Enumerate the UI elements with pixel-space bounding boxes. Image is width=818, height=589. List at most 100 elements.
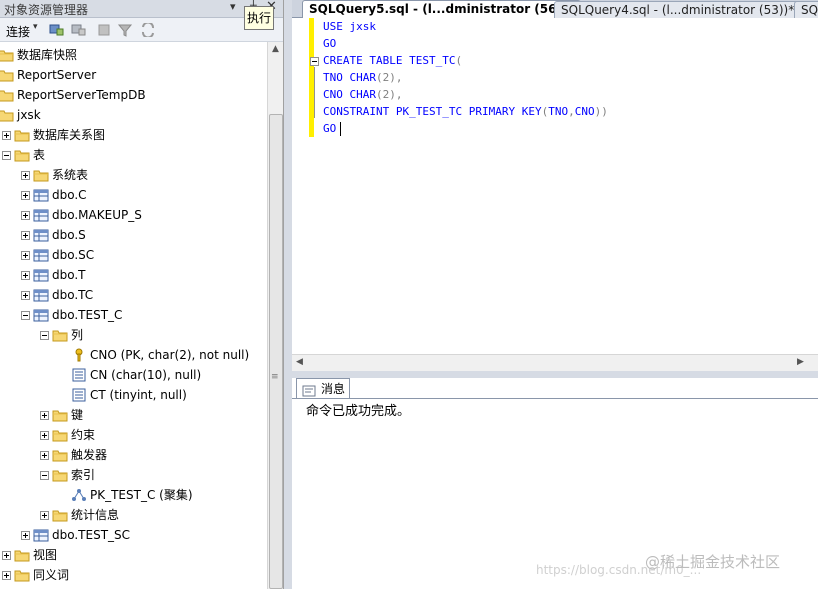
results-splitter[interactable] — [292, 371, 818, 378]
tree-node[interactable]: dbo.C — [0, 185, 267, 205]
collapse-minus-icon[interactable] — [2, 151, 11, 160]
folder-icon — [14, 568, 30, 582]
code-line[interactable]: CONSTRAINT PK_TEST_TC PRIMARY KEY(TNO,CN… — [323, 103, 608, 120]
folder-icon — [52, 328, 68, 342]
collapse-minus-icon[interactable] — [21, 311, 30, 320]
tree-node[interactable]: dbo.TEST_SC — [0, 525, 267, 545]
tree-node[interactable]: 视图 — [0, 545, 267, 565]
filter-icon[interactable] — [117, 23, 133, 37]
expand-plus-icon[interactable] — [21, 291, 30, 300]
table-icon — [33, 228, 49, 242]
column-icon — [71, 388, 87, 402]
dropdown-arrow-icon[interactable]: ▾ — [230, 0, 236, 13]
object-explorer-scrollbar[interactable]: ▲ ≡ — [267, 42, 283, 589]
tree-node[interactable]: CNO (PK, char(2), not null) — [0, 345, 267, 365]
expand-plus-icon[interactable] — [40, 451, 49, 460]
code-token: PRIMARY KEY — [468, 105, 542, 118]
code-line[interactable]: GO — [323, 120, 336, 137]
stop-icon[interactable] — [96, 23, 112, 37]
tree-node[interactable]: ReportServer — [0, 65, 267, 85]
code-token: (2), — [376, 71, 403, 84]
tree-node-label: dbo.TEST_C — [52, 308, 123, 322]
index-icon — [71, 488, 87, 502]
tree-node[interactable]: 列 — [0, 325, 267, 345]
tree-node[interactable]: dbo.S — [0, 225, 267, 245]
tree-node[interactable]: 索引 — [0, 465, 267, 485]
folder-icon — [52, 428, 68, 442]
tab-sqlquery-overflow[interactable]: SQ — [794, 1, 818, 18]
tree-node[interactable]: 表 — [0, 145, 267, 165]
code-line[interactable]: USE jxsk — [323, 18, 376, 35]
tree-node-label: CNO (PK, char(2), not null) — [90, 348, 250, 362]
tab-messages[interactable]: 消息 — [296, 378, 351, 399]
tab-sqlquery5[interactable]: SQLQuery5.sql - (l...dministrator (56))* — [302, 0, 581, 18]
tree-node[interactable]: dbo.TEST_C — [0, 305, 267, 325]
tree-node-label: 同义词 — [33, 568, 70, 582]
expand-plus-icon[interactable] — [2, 131, 11, 140]
tree-node-label: 索引 — [71, 468, 96, 482]
table-icon — [33, 208, 49, 222]
document-tab-strip: SQLQuery5.sql - (l...dministrator (56))*… — [292, 0, 818, 18]
expand-plus-icon[interactable] — [21, 171, 30, 180]
tree-node[interactable]: dbo.TC — [0, 285, 267, 305]
tree-node[interactable]: 数据库关系图 — [0, 125, 267, 145]
tree-node-label: jxsk — [17, 108, 41, 122]
expand-plus-icon[interactable] — [40, 431, 49, 440]
tree-node[interactable]: 数据库快照 — [0, 45, 267, 65]
panel-splitter[interactable] — [284, 0, 292, 589]
tree-node[interactable]: 键 — [0, 405, 267, 425]
tree-node[interactable]: 统计信息 — [0, 505, 267, 525]
tree-node-label: 视图 — [33, 548, 58, 562]
sql-editor[interactable]: USE jxsk GO CREATE TABLE TEST_TC(TNO CHAR(… — [292, 18, 818, 354]
tree-node[interactable]: 同义词 — [0, 565, 267, 585]
tab-messages-label: 消息 — [321, 382, 346, 396]
expand-plus-icon[interactable] — [2, 571, 11, 580]
code-token: TNO — [548, 105, 569, 118]
expand-plus-icon[interactable] — [40, 411, 49, 420]
tree-node[interactable]: 约束 — [0, 425, 267, 445]
expand-plus-icon[interactable] — [21, 191, 30, 200]
tab-sqlquery4[interactable]: SQLQuery4.sql - (l...dministrator (53))* — [554, 1, 802, 18]
tree-node[interactable]: CN (char(10), null) — [0, 365, 267, 385]
scroll-up-icon[interactable]: ▲ — [272, 44, 279, 54]
tree-node[interactable]: dbo.T — [0, 265, 267, 285]
tree-node[interactable]: jxsk — [0, 105, 267, 125]
tree-node-label: 数据库关系图 — [33, 128, 106, 142]
expand-plus-icon[interactable] — [21, 231, 30, 240]
tree-node[interactable]: dbo.MAKEUP_S — [0, 205, 267, 225]
scrollbar-thumb[interactable] — [269, 114, 283, 589]
expand-plus-icon[interactable] — [21, 251, 30, 260]
code-line[interactable]: TNO CHAR(2), — [323, 69, 403, 86]
expand-plus-icon[interactable] — [40, 511, 49, 520]
tree-node[interactable]: 触发器 — [0, 445, 267, 465]
expand-plus-icon[interactable] — [2, 551, 11, 560]
tree-node[interactable]: 系统表 — [0, 165, 267, 185]
collapse-minus-icon[interactable] — [40, 331, 49, 340]
expand-plus-icon[interactable] — [21, 211, 30, 220]
tree-node-label: dbo.C — [52, 188, 87, 202]
code-line[interactable]: CNO CHAR(2), — [323, 86, 403, 103]
collapse-minus-icon[interactable] — [40, 471, 49, 480]
tree-node[interactable]: PK_TEST_C (聚集) — [0, 485, 267, 505]
disconnect-icon[interactable] — [70, 23, 86, 37]
code-line[interactable]: GO — [323, 35, 336, 52]
scroll-left-icon[interactable]: ◀ — [296, 357, 303, 367]
connect-button[interactable]: 连接 — [6, 23, 30, 40]
code-line[interactable]: CREATE TABLE TEST_TC( — [323, 52, 462, 69]
tree-node-label: 表 — [33, 148, 46, 162]
tree-node[interactable]: ReportServerTempDB — [0, 85, 267, 105]
expand-plus-icon[interactable] — [21, 271, 30, 280]
connect-dropdown-icon[interactable]: ▾ — [33, 22, 38, 32]
collapse-block-icon[interactable] — [310, 57, 319, 66]
table-icon — [33, 268, 49, 282]
code-token: CHAR — [349, 88, 377, 101]
refresh-icon[interactable] — [140, 23, 156, 37]
tree-node[interactable]: dbo.SC — [0, 245, 267, 265]
scroll-right-icon[interactable]: ▶ — [797, 357, 804, 367]
editor-horizontal-scrollbar[interactable]: ◀ ▶ — [292, 354, 818, 371]
database-icon — [0, 88, 14, 102]
folder-icon — [52, 508, 68, 522]
connect-server-icon[interactable] — [48, 23, 64, 37]
expand-plus-icon[interactable] — [21, 531, 30, 540]
tree-node[interactable]: CT (tinyint, null) — [0, 385, 267, 405]
